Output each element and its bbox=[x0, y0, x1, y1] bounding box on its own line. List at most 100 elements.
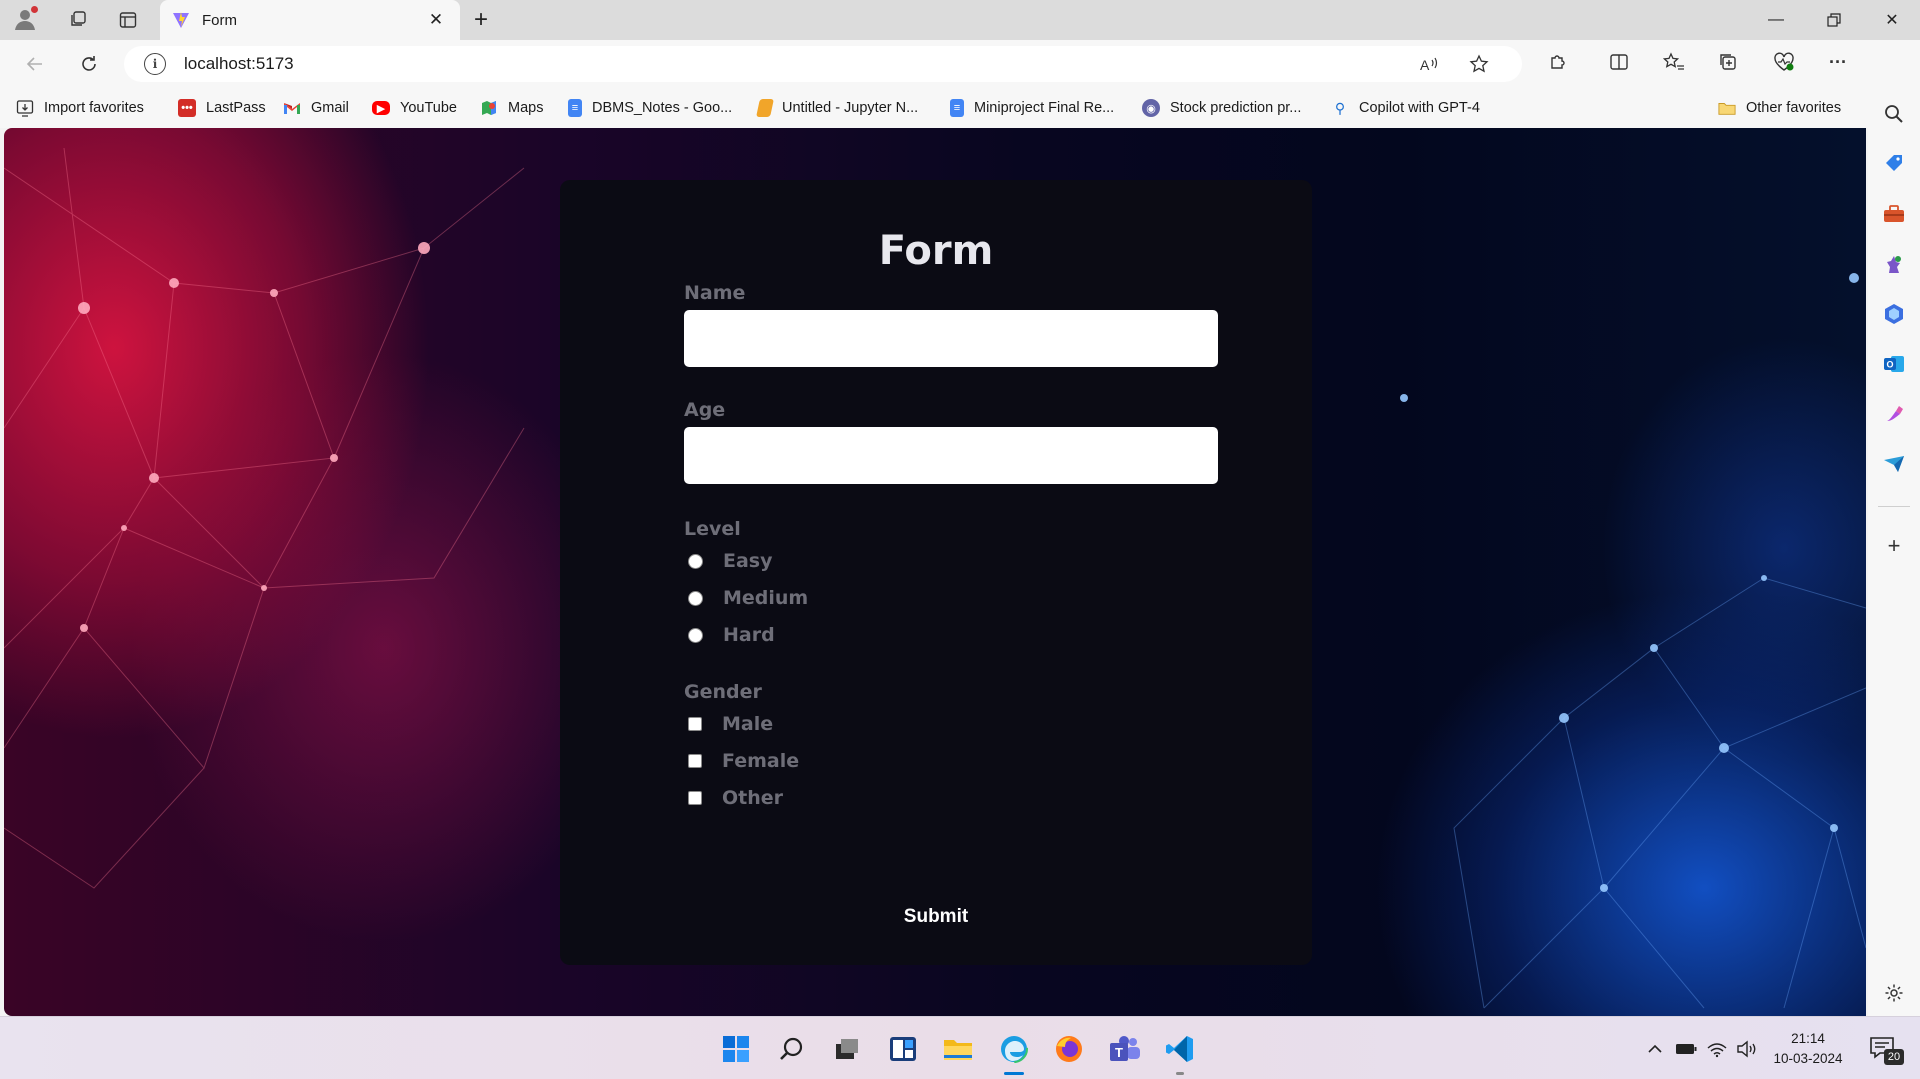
settings-more-icon[interactable]: ··· bbox=[1822, 48, 1854, 76]
battery-icon[interactable] bbox=[1674, 1037, 1698, 1061]
sidebar-games-icon[interactable] bbox=[1880, 250, 1908, 278]
profile-avatar[interactable] bbox=[10, 4, 40, 34]
workspaces-button[interactable] bbox=[62, 6, 94, 34]
svg-text:A: A bbox=[1420, 57, 1430, 73]
extensions-button[interactable] bbox=[1542, 48, 1574, 76]
bookmark-lastpass[interactable]: ••• LastPass bbox=[178, 96, 266, 120]
name-label: Name bbox=[684, 282, 746, 304]
file-explorer-button[interactable] bbox=[940, 1031, 976, 1067]
age-input[interactable] bbox=[684, 427, 1218, 484]
widgets-button[interactable] bbox=[885, 1031, 921, 1067]
split-screen-button[interactable] bbox=[1603, 48, 1635, 76]
import-icon bbox=[16, 99, 34, 117]
radio-button[interactable] bbox=[688, 627, 703, 643]
heart-pulse-icon bbox=[1774, 52, 1794, 71]
bookmark-miniproject[interactable]: ≡ Miniproject Final Re... bbox=[950, 96, 1114, 120]
notification-count-badge: 20 bbox=[1884, 1049, 1904, 1065]
gender-option-male[interactable]: Male bbox=[688, 712, 773, 736]
tab-form[interactable]: Form ✕ bbox=[160, 0, 460, 40]
folder-icon bbox=[1718, 99, 1736, 117]
edge-sidebar: O + bbox=[1868, 40, 1920, 1016]
gender-option-other[interactable]: Other bbox=[688, 786, 783, 810]
browser-titlebar: Form ✕ + — ✕ bbox=[0, 0, 1920, 40]
teams-button[interactable]: T bbox=[1107, 1031, 1143, 1067]
checkbox[interactable] bbox=[688, 717, 702, 731]
favorites-button[interactable] bbox=[1658, 48, 1690, 76]
bookmark-jupyter[interactable]: Untitled - Jupyter N... bbox=[756, 96, 918, 120]
checkbox[interactable] bbox=[688, 754, 702, 768]
sidebar-designer-icon[interactable] bbox=[1880, 400, 1908, 428]
restore-button[interactable] bbox=[1806, 0, 1862, 40]
windows-logo-icon bbox=[723, 1036, 749, 1062]
back-button[interactable] bbox=[18, 48, 52, 80]
bookmark-gmail[interactable]: Gmail bbox=[283, 96, 349, 120]
sidebar-add-icon[interactable]: + bbox=[1880, 532, 1908, 560]
address-bar[interactable]: i localhost:5173 A bbox=[124, 46, 1522, 82]
level-option-easy[interactable]: Easy bbox=[688, 549, 773, 573]
submit-button[interactable]: Submit bbox=[866, 900, 1006, 934]
bookmark-copilot[interactable]: ⚲ Copilot with GPT-4 bbox=[1331, 96, 1480, 120]
page-viewport: Form Name Age Level Easy Medium Hard Gen… bbox=[4, 128, 1866, 1016]
sidebar-shopping-icon[interactable] bbox=[1880, 150, 1908, 178]
bookmark-import-favorites[interactable]: Import favorites bbox=[16, 96, 144, 120]
firefox-icon bbox=[1056, 1036, 1082, 1062]
sidebar-send-icon[interactable] bbox=[1880, 450, 1908, 478]
form-card: Form Name Age Level Easy Medium Hard Gen… bbox=[560, 180, 1312, 965]
clock-time: 21:14 bbox=[1791, 1031, 1825, 1046]
back-arrow-icon bbox=[26, 57, 42, 71]
name-input[interactable] bbox=[684, 310, 1218, 367]
notification-center-button[interactable]: 20 bbox=[1868, 1035, 1908, 1065]
start-button[interactable] bbox=[718, 1031, 754, 1067]
sidebar-search-icon[interactable] bbox=[1880, 100, 1908, 128]
vite-favicon-icon bbox=[173, 12, 189, 28]
task-view-icon bbox=[836, 1039, 858, 1059]
tab-actions-button[interactable] bbox=[112, 6, 144, 34]
volume-icon[interactable] bbox=[1734, 1037, 1760, 1061]
google-docs-icon: ≡ bbox=[950, 99, 964, 117]
clock-date: 10-03-2024 bbox=[1773, 1051, 1843, 1066]
checkbox[interactable] bbox=[688, 791, 702, 805]
google-docs-icon: ≡ bbox=[568, 99, 582, 117]
new-tab-button[interactable]: + bbox=[466, 6, 496, 34]
bookmark-dbms-notes[interactable]: ≡ DBMS_Notes - Goo... bbox=[568, 96, 732, 120]
vscode-button[interactable] bbox=[1162, 1031, 1198, 1075]
browser-toolbar: i localhost:5173 A ··· bbox=[0, 40, 1920, 88]
running-indicator bbox=[1176, 1072, 1184, 1075]
system-clock[interactable]: 21:14 10-03-2024 bbox=[1768, 1029, 1848, 1069]
refresh-icon bbox=[82, 56, 96, 71]
favorites-bar: Import favorites ••• LastPass Gmail ▶ Yo… bbox=[0, 88, 1868, 128]
badge-icon: ◉ bbox=[1142, 99, 1160, 117]
taskbar-search-button[interactable] bbox=[774, 1031, 810, 1067]
site-info-icon[interactable]: i bbox=[144, 53, 166, 75]
gender-option-female[interactable]: Female bbox=[688, 749, 799, 773]
browser-essentials-button[interactable] bbox=[1768, 48, 1800, 76]
close-window-button[interactable]: ✕ bbox=[1864, 0, 1920, 40]
tab-close-icon[interactable]: ✕ bbox=[424, 8, 448, 32]
refresh-button[interactable] bbox=[72, 48, 106, 80]
sidebar-copilot-icon[interactable] bbox=[1880, 300, 1908, 328]
show-hidden-icons-chevron-icon[interactable] bbox=[1644, 1037, 1666, 1061]
sidebar-settings-gear-icon[interactable] bbox=[1880, 979, 1908, 1007]
read-aloud-icon[interactable]: A bbox=[1414, 50, 1444, 78]
firefox-button[interactable] bbox=[1051, 1031, 1087, 1067]
bookmark-other-favorites[interactable]: Other favorites bbox=[1718, 96, 1841, 120]
search-icon bbox=[780, 1037, 803, 1060]
sidebar-tools-icon[interactable] bbox=[1880, 200, 1908, 228]
minimize-button[interactable]: — bbox=[1748, 0, 1804, 40]
bookmark-stock-prediction[interactable]: ◉ Stock prediction pr... bbox=[1142, 96, 1301, 120]
collections-icon bbox=[1720, 54, 1736, 70]
favorite-star-icon[interactable] bbox=[1464, 50, 1494, 78]
radio-button[interactable] bbox=[688, 553, 703, 569]
level-option-hard[interactable]: Hard bbox=[688, 623, 775, 647]
collections-button[interactable] bbox=[1712, 48, 1744, 76]
sidebar-outlook-icon[interactable]: O bbox=[1880, 350, 1908, 378]
task-view-button[interactable] bbox=[829, 1031, 865, 1067]
radio-button[interactable] bbox=[688, 590, 703, 606]
level-option-medium[interactable]: Medium bbox=[688, 586, 808, 610]
edge-taskbar-button[interactable] bbox=[996, 1031, 1032, 1075]
gmail-icon bbox=[283, 99, 301, 117]
bookmark-maps[interactable]: Maps bbox=[480, 96, 543, 120]
puzzle-icon bbox=[1551, 55, 1565, 69]
bookmark-youtube[interactable]: ▶ YouTube bbox=[372, 96, 457, 120]
wifi-icon[interactable] bbox=[1704, 1037, 1730, 1061]
